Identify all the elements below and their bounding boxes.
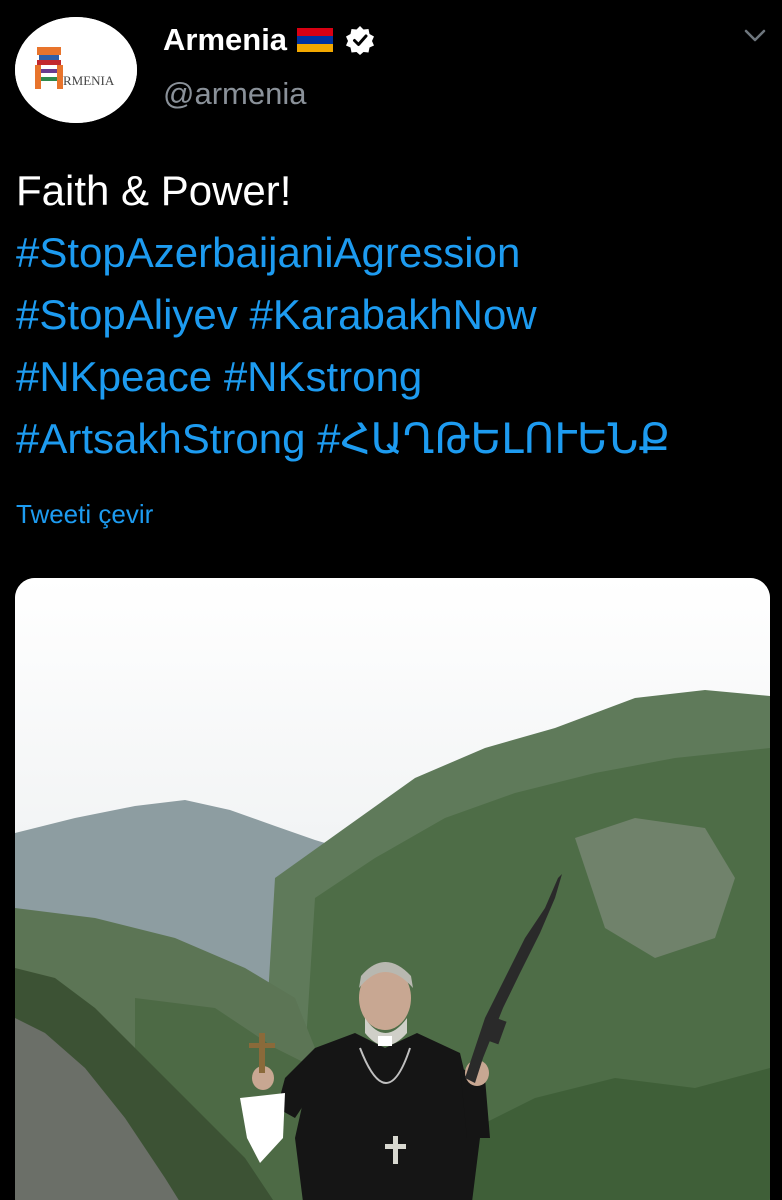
hashtag-link[interactable]: #StopAliyev <box>16 291 238 338</box>
tweet-card: RMENIA Armenia @armenia Faith & Power! #… <box>0 0 782 1200</box>
armenia-logo-icon: RMENIA <box>15 17 137 123</box>
svg-text:RMENIA: RMENIA <box>63 73 115 88</box>
translate-tweet-link[interactable]: Tweeti çevir <box>16 499 153 530</box>
user-handle[interactable]: @armenia <box>163 76 306 112</box>
tweet-text: Faith & Power! #StopAzerbaijaniAgression… <box>16 160 776 470</box>
display-name[interactable]: Armenia <box>163 22 287 58</box>
tweet-media-image[interactable] <box>15 578 770 1200</box>
avatar[interactable]: RMENIA <box>15 17 137 123</box>
name-row: Armenia <box>163 20 375 60</box>
verified-badge-icon <box>345 25 375 55</box>
hashtag-link[interactable]: #KarabakhNow <box>249 291 536 338</box>
hashtag-link[interactable]: #ՀԱՂԹԵԼՈՒԵՆՔ <box>317 415 670 462</box>
hashtag-link[interactable]: #NKstrong <box>224 353 422 400</box>
hashtag-link[interactable]: #StopAzerbaijaniAgression <box>16 229 520 276</box>
hashtag-link[interactable]: #ArtsakhStrong <box>16 415 306 462</box>
hashtag-link[interactable]: #NKpeace <box>16 353 212 400</box>
armenia-flag-icon <box>297 28 334 52</box>
tweet-text-line: Faith & Power! <box>16 167 292 214</box>
chevron-down-icon[interactable] <box>742 22 768 48</box>
